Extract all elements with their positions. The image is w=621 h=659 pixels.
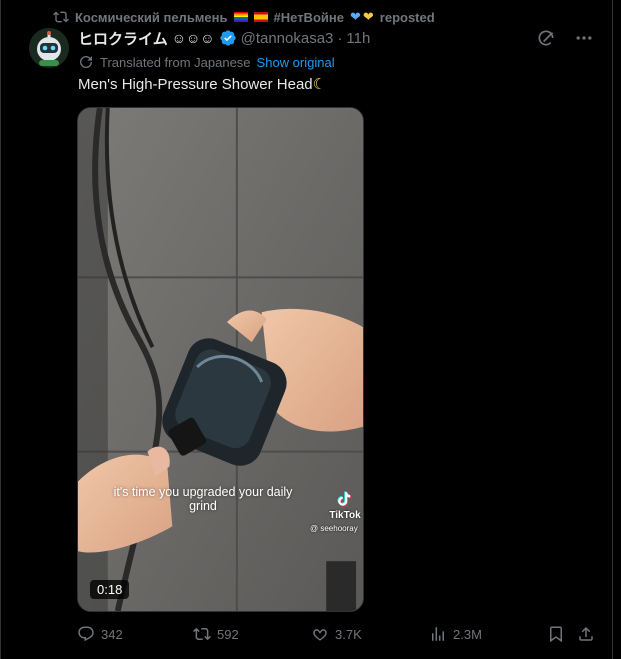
timestamp[interactable]: 11h — [346, 30, 370, 47]
repost-icon — [53, 11, 69, 23]
avatar[interactable] — [29, 28, 69, 68]
like-button[interactable]: 3.7K — [311, 625, 362, 643]
more-icon[interactable] — [574, 28, 594, 48]
views-button[interactable]: 2.3M — [429, 625, 482, 643]
header-actions — [536, 28, 594, 48]
bookmark-button[interactable] — [547, 625, 565, 643]
tiktok-logo-icon — [337, 491, 351, 507]
tweet-text: Men's High-Pressure Shower Head☾ — [78, 75, 326, 93]
scroll-gutter — [613, 0, 621, 659]
share-icon — [579, 626, 593, 641]
yellow-heart-emoji: ❤ — [362, 9, 374, 24]
reply-count: 342 — [101, 626, 123, 642]
translate-icon — [80, 56, 92, 68]
tweet-card[interactable]: Космический пельмень #НетВойне ❤ ❤ repost… — [0, 0, 613, 659]
verified-badge-icon — [219, 30, 236, 46]
rainbow-flag-emoji — [233, 12, 248, 22]
like-count: 3.7K — [335, 626, 362, 642]
video-player[interactable]: it's time you upgraded your daily grind … — [77, 107, 364, 612]
separator: · — [337, 29, 343, 47]
rofl-emoji: ☺☺☺ — [171, 30, 215, 46]
repost-button[interactable]: 592 — [193, 625, 239, 643]
reply-button[interactable]: 342 — [77, 625, 123, 643]
repost-count: 592 — [217, 626, 239, 642]
tiktok-username: @ seehooray — [310, 524, 358, 533]
tweet-actions: 342 592 3.7K 2.3M — [77, 625, 597, 647]
spain-flag-emoji — [253, 12, 268, 22]
tweet-header: ヒロクライム ☺☺☺ @tannokasa3 · 11h — [78, 28, 370, 48]
banana-emoji: ☾ — [312, 76, 327, 93]
repost-hashtag: #НетВойне — [273, 9, 344, 25]
views-count: 2.3M — [453, 626, 482, 642]
share-button[interactable] — [577, 625, 595, 643]
repost-context: Космический пельмень #НетВойне ❤ ❤ repost… — [53, 8, 435, 26]
translation-bar: Translated from Japanese Show original — [78, 53, 335, 71]
tiktok-watermark: TikTok — [324, 489, 363, 521]
display-name[interactable]: ヒロクライム — [78, 28, 168, 49]
repost-suffix: reposted — [379, 9, 435, 25]
views-icon — [432, 627, 444, 641]
video-frame — [78, 108, 363, 611]
translation-note: Translated from Japanese — [100, 54, 251, 70]
repost-icon — [193, 627, 211, 641]
grok-icon[interactable] — [536, 28, 556, 48]
show-original-link[interactable]: Show original — [257, 55, 335, 70]
tweet-body: Men's High-Pressure Shower Head — [78, 76, 313, 93]
bookmark-icon — [550, 626, 562, 643]
blue-heart-emoji: ❤ — [349, 9, 361, 24]
reply-icon — [78, 626, 94, 642]
video-caption: it's time you upgraded your daily grind — [113, 485, 293, 513]
handle[interactable]: @tannokasa3 — [241, 30, 334, 47]
video-duration: 0:18 — [90, 580, 130, 599]
tiktok-label: TikTok — [329, 510, 361, 521]
repost-user[interactable]: Космический пельмень — [75, 10, 228, 25]
like-icon — [313, 629, 327, 641]
